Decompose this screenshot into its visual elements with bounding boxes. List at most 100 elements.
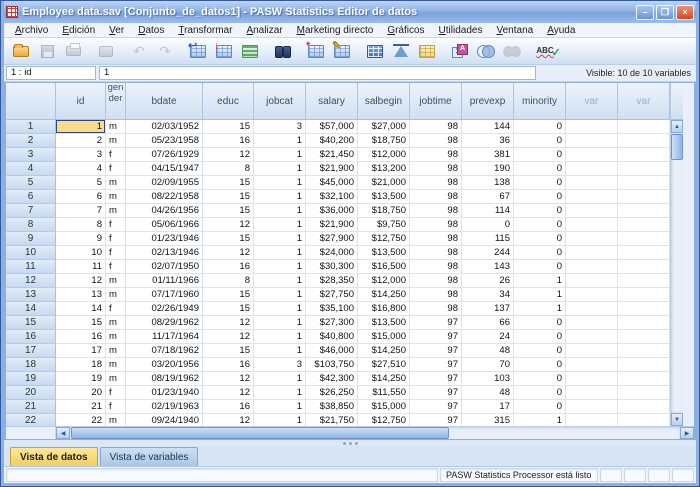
use-variable-sets-button[interactable]	[473, 39, 499, 63]
grid-cell[interactable]: 16	[203, 400, 254, 414]
grid-cell[interactable]: 0	[514, 148, 566, 162]
grid-cell[interactable]: $15,000	[358, 330, 410, 344]
row-header[interactable]: 20	[6, 386, 56, 400]
grid-cell[interactable]: 6	[56, 190, 106, 204]
row-header[interactable]: 7	[6, 204, 56, 218]
grid-cell[interactable]	[566, 372, 618, 386]
row-header[interactable]: 17	[6, 344, 56, 358]
scroll-left-button[interactable]: ◀	[56, 427, 70, 439]
grid-cell[interactable]: m	[106, 372, 126, 386]
col-header-salary[interactable]: salary	[306, 83, 358, 120]
grid-cell[interactable]: 97	[410, 330, 462, 344]
grid-cell[interactable]: 0	[462, 218, 514, 232]
grid-cell[interactable]: $18,750	[358, 204, 410, 218]
row-header[interactable]: 19	[6, 372, 56, 386]
grid-cell[interactable]: m	[106, 414, 126, 426]
grid-cell[interactable]: f	[106, 246, 126, 260]
grid-cell[interactable]: f	[106, 302, 126, 316]
select-cases-button[interactable]	[414, 39, 440, 63]
row-header[interactable]: 1	[6, 120, 56, 134]
grid-cell[interactable]: 12	[203, 316, 254, 330]
grid-cell[interactable]: 1	[254, 288, 306, 302]
menu-edici-n[interactable]: Edición	[55, 25, 102, 36]
grid-cell[interactable]: 97	[410, 400, 462, 414]
grid-cell[interactable]: 34	[462, 288, 514, 302]
grid-cell[interactable]: 12	[203, 372, 254, 386]
col-header-minority[interactable]: minority	[514, 83, 566, 120]
grid-cell[interactable]: 70	[462, 358, 514, 372]
grid-cell[interactable]: m	[106, 330, 126, 344]
grid-cell[interactable]	[566, 316, 618, 330]
grid-cell[interactable]: 98	[410, 176, 462, 190]
grid-cell[interactable]	[618, 162, 670, 176]
grid-cell[interactable]: 98	[410, 246, 462, 260]
grid-cell[interactable]: 0	[514, 316, 566, 330]
grid-cell[interactable]: 02/13/1946	[126, 246, 203, 260]
grid-cell[interactable]: 02/03/1952	[126, 120, 203, 134]
grid-cell[interactable]	[618, 120, 670, 134]
grid-cell[interactable]: $14,250	[358, 372, 410, 386]
grid-cell[interactable]: 1	[514, 274, 566, 288]
grid-cell[interactable]: 144	[462, 120, 514, 134]
grid-cell[interactable]: $13,500	[358, 246, 410, 260]
grid-cell[interactable]	[566, 386, 618, 400]
grid-cell[interactable]: 97	[410, 414, 462, 426]
spell-check-button[interactable]	[532, 39, 558, 63]
grid-cell[interactable]	[566, 288, 618, 302]
grid-cell[interactable]: 0	[514, 204, 566, 218]
grid-cell[interactable]: 98	[410, 134, 462, 148]
grid-cell[interactable]: 0	[514, 400, 566, 414]
grid-cell[interactable]: m	[106, 358, 126, 372]
grid-cell[interactable]: 11/17/1964	[126, 330, 203, 344]
grid-cell[interactable]: $14,250	[358, 288, 410, 302]
grid-cell[interactable]: 1	[254, 246, 306, 260]
grid-cell[interactable]: m	[106, 288, 126, 302]
grid-cell[interactable]: 26	[462, 274, 514, 288]
grid-cell[interactable]: 07/18/1962	[126, 344, 203, 358]
grid-cell[interactable]: 15	[56, 316, 106, 330]
grid-cell[interactable]: $21,750	[306, 414, 358, 426]
grid-cell[interactable]: 3	[254, 358, 306, 372]
row-header[interactable]: 3	[6, 148, 56, 162]
grid-cell[interactable]: 14	[56, 302, 106, 316]
grid-cell[interactable]: 3	[254, 120, 306, 134]
row-header[interactable]: 14	[6, 302, 56, 316]
grid-cell[interactable]: 02/09/1955	[126, 176, 203, 190]
menu-analizar[interactable]: Analizar	[239, 25, 289, 36]
grid-cell[interactable]: 04/26/1956	[126, 204, 203, 218]
grid-cell[interactable]: 19	[56, 372, 106, 386]
grid-cell[interactable]: 15	[203, 344, 254, 358]
grid-cell[interactable]: m	[106, 316, 126, 330]
grid-cell[interactable]	[618, 344, 670, 358]
grid-cell[interactable]: 21	[56, 400, 106, 414]
grid-cell[interactable]: 67	[462, 190, 514, 204]
grid-cell[interactable]: 12	[203, 330, 254, 344]
grid-cell[interactable]: $27,300	[306, 316, 358, 330]
grid-cell[interactable]	[566, 246, 618, 260]
col-header-salbegin[interactable]: salbegin	[358, 83, 410, 120]
grid-cell[interactable]: 0	[514, 372, 566, 386]
grid-cell[interactable]	[566, 302, 618, 316]
grid-cell[interactable]	[618, 358, 670, 372]
grid-cell[interactable]: 9	[56, 232, 106, 246]
grid-cell[interactable]: 15	[203, 232, 254, 246]
weight-cases-button[interactable]	[388, 39, 414, 63]
grid-cell[interactable]: 1	[514, 302, 566, 316]
vertical-scroll-track[interactable]	[671, 133, 683, 413]
grid-cell[interactable]: $26,250	[306, 386, 358, 400]
cell-editor-input[interactable]: 1	[99, 66, 536, 80]
grid-cell[interactable]	[618, 302, 670, 316]
grid-cell[interactable]: $12,000	[358, 274, 410, 288]
col-header-gender[interactable]: gender	[106, 83, 126, 120]
row-header[interactable]: 11	[6, 260, 56, 274]
grid-cell[interactable]: m	[106, 274, 126, 288]
grid-cell[interactable]: $27,900	[306, 232, 358, 246]
menu-archivo[interactable]: Archivo	[8, 25, 55, 36]
grid-cell[interactable]: 66	[462, 316, 514, 330]
grid-cell[interactable]: $16,500	[358, 260, 410, 274]
grid-cell[interactable]	[566, 218, 618, 232]
grid-cell[interactable]	[566, 358, 618, 372]
grid-cell[interactable]: m	[106, 134, 126, 148]
grid-cell[interactable]: 15	[203, 120, 254, 134]
grid-cell[interactable]: 02/07/1950	[126, 260, 203, 274]
